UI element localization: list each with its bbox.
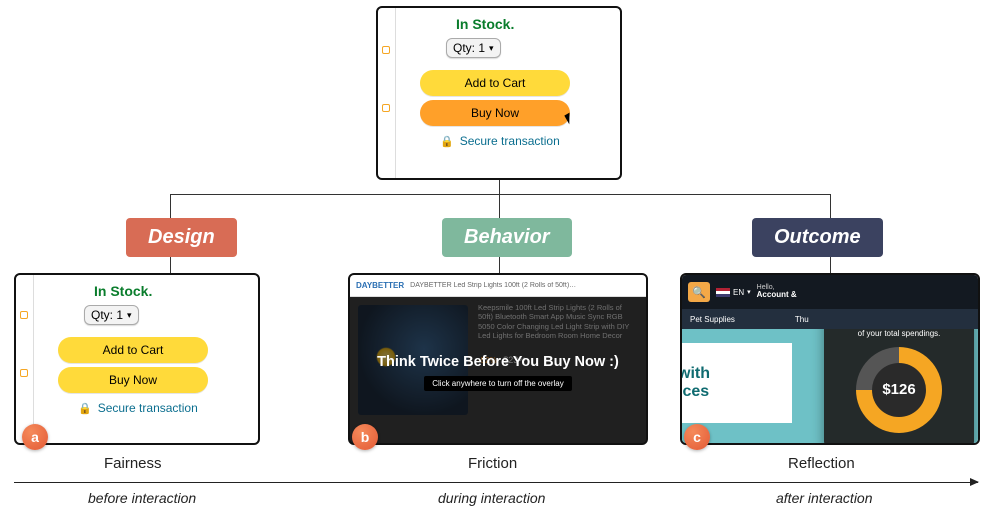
timeline-during: during interaction xyxy=(438,490,545,506)
account-menu[interactable]: Hello, Account & xyxy=(757,284,797,300)
secure-transaction-row: 🔒 Secure transaction xyxy=(440,134,612,148)
reflection-panel: 🔍 EN ▾ Hello, Account & Pet Supplies Thu… xyxy=(680,273,980,445)
popup-text: Dark Patterns on Amazon has made you spe… xyxy=(834,329,964,339)
product-page: Keepsmile 100ft Led Strip Lights (2 Roll… xyxy=(350,297,646,445)
search-icon: 🔍 xyxy=(692,286,706,299)
friction-panel: DAYBETTER DAYBETTER Led Strip Lights 100… xyxy=(348,273,648,445)
panel-badge-a: a xyxy=(22,424,48,450)
stock-status: In Stock. xyxy=(94,283,250,299)
fairness-panel: In Stock. Qty: 1 ▾ Add to Cart Buy Now 🔒… xyxy=(14,273,260,445)
add-to-cart-button[interactable]: Add to Cart xyxy=(58,337,208,363)
friction-overlay[interactable]: Think Twice Before You Buy Now :) Click … xyxy=(350,297,646,445)
nav-item[interactable]: Pet Supplies xyxy=(690,315,735,324)
spending-donut-chart: $126 xyxy=(856,347,942,433)
language-selector[interactable]: EN ▾ xyxy=(716,288,751,297)
secure-transaction-link[interactable]: Secure transaction xyxy=(460,134,560,148)
source-ui-panel: In Stock. Qty: 1 ▾ Add to Cart Buy Now 🔒… xyxy=(376,6,622,180)
category-nav: Pet Supplies Thu xyxy=(682,309,978,329)
nav-item[interactable]: Thu xyxy=(795,315,809,324)
reflection-popup: Dark Patterns on Amazon has made you spe… xyxy=(824,329,974,445)
timeline-arrow xyxy=(14,482,978,483)
thumbnail-strip xyxy=(16,275,34,443)
chevron-down-icon: ▾ xyxy=(127,310,132,321)
timeline-after: after interaction xyxy=(776,490,873,506)
timeline-before: before interaction xyxy=(88,490,196,506)
site-header: 🔍 EN ▾ Hello, Account & xyxy=(682,275,978,309)
buy-now-button[interactable]: Buy Now xyxy=(58,367,208,393)
secure-transaction-row: 🔒 Secure transaction xyxy=(78,401,250,415)
promo-text: with ices xyxy=(682,365,710,400)
caption-friction: Friction xyxy=(468,455,517,472)
connector xyxy=(170,194,171,218)
donut-center-value: $126 xyxy=(856,381,942,398)
language-code: EN xyxy=(733,288,744,297)
buy-now-button[interactable]: Buy Now xyxy=(420,100,570,126)
connector xyxy=(499,180,500,194)
lock-icon: 🔒 xyxy=(440,135,454,148)
browser-tab-bar: DAYBETTER DAYBETTER Led Strip Lights 100… xyxy=(350,275,646,297)
account-label: Account & xyxy=(757,291,797,300)
brand-name: DAYBETTER xyxy=(356,281,404,290)
buy-now-label: Buy Now xyxy=(109,373,157,387)
thumbnail-strip xyxy=(378,8,396,178)
chevron-down-icon: ▾ xyxy=(747,288,751,296)
chevron-down-icon: ▾ xyxy=(489,43,494,54)
connector xyxy=(830,256,831,274)
overlay-headline: Think Twice Before You Buy Now :) xyxy=(377,354,619,370)
caption-fairness: Fairness xyxy=(104,455,162,472)
hero-area: with ices Dark Patterns on Amazon has ma… xyxy=(682,329,978,445)
flag-icon xyxy=(716,288,730,297)
overlay-hint: Click anywhere to turn off the overlay xyxy=(424,376,571,391)
panel-badge-b: b xyxy=(352,424,378,450)
qty-label: Qty: xyxy=(91,308,113,322)
connector xyxy=(499,194,500,218)
connector xyxy=(170,256,171,274)
connector xyxy=(830,194,831,218)
search-button[interactable]: 🔍 xyxy=(688,282,710,302)
promo-card: with ices xyxy=(682,343,792,423)
panel-badge-c: c xyxy=(684,424,710,450)
qty-selector[interactable]: Qty: 1 ▾ xyxy=(84,305,139,325)
qty-value: 1 xyxy=(116,308,123,322)
tab-title: DAYBETTER Led Strip Lights 100ft (2 Roll… xyxy=(410,282,576,289)
buy-now-label: Buy Now xyxy=(471,106,519,120)
qty-selector[interactable]: Qty: 1 ▾ xyxy=(446,38,501,58)
add-to-cart-label: Add to Cart xyxy=(465,76,526,90)
caption-reflection: Reflection xyxy=(788,455,855,472)
tag-design: Design xyxy=(126,218,237,257)
tag-behavior: Behavior xyxy=(442,218,572,257)
lock-icon: 🔒 xyxy=(78,402,92,415)
secure-transaction-link[interactable]: Secure transaction xyxy=(98,401,198,415)
qty-value: 1 xyxy=(478,41,485,55)
add-to-cart-label: Add to Cart xyxy=(103,343,164,357)
connector xyxy=(499,256,500,274)
connector xyxy=(170,194,830,195)
add-to-cart-button[interactable]: Add to Cart xyxy=(420,70,570,96)
stock-status: In Stock. xyxy=(456,16,612,32)
qty-label: Qty: xyxy=(453,41,475,55)
tag-outcome: Outcome xyxy=(752,218,883,257)
